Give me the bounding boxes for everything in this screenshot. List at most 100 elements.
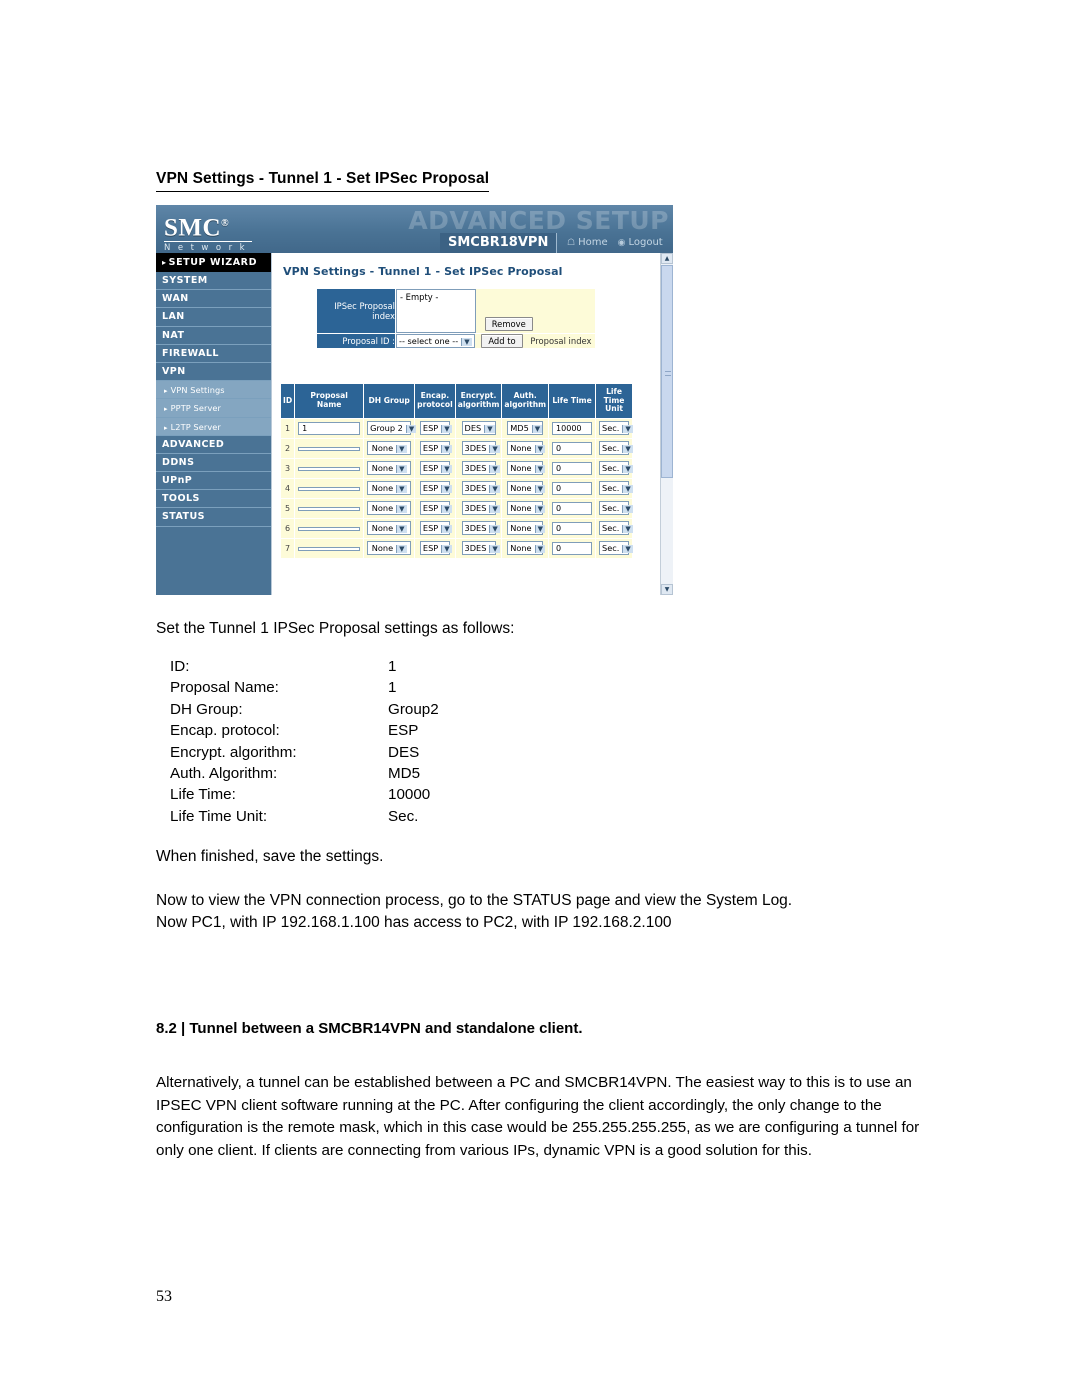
life-time-unit-select[interactable]: Sec. ▼	[599, 481, 633, 496]
vertical-scrollbar[interactable]: ▲ ▼	[660, 253, 673, 595]
chevron-down-icon: ▼	[441, 445, 452, 454]
encrypt-algorithm-select[interactable]: 3DES ▼	[461, 481, 500, 496]
chevron-down-icon: ▼	[534, 445, 545, 454]
sidebar-item-status[interactable]: STATUS	[156, 508, 271, 527]
dh-group-select[interactable]: None ▼	[367, 481, 412, 496]
life-time-unit-select[interactable]: Sec. ▼	[599, 521, 633, 536]
sidebar-label: LAN	[162, 311, 185, 323]
row-id: 3	[279, 457, 296, 479]
proposal-name-input[interactable]	[298, 466, 361, 471]
logout-button[interactable]: ◉ Logout	[618, 233, 663, 253]
proposal-id-select[interactable]: -- select one -- ▼	[396, 334, 475, 348]
life-time-input[interactable]: 0	[552, 501, 593, 515]
dh-group-select[interactable]: None ▼	[367, 501, 412, 516]
sidebar-item-advanced[interactable]: ADVANCED	[156, 435, 271, 454]
auth-algorithm-select[interactable]: None ▼	[507, 461, 545, 476]
life-time-input[interactable]: 0	[552, 461, 593, 475]
table-row: 4 None ▼ ESP ▼ 3DES ▼ None ▼ 0 Sec. ▼	[279, 477, 634, 499]
row-dh-cell: None ▼	[363, 497, 416, 519]
row-auth-cell: None ▼	[501, 457, 550, 479]
chevron-down-icon: ▼	[441, 545, 452, 554]
row-encap-cell: ESP ▼	[414, 417, 456, 439]
sidebar-item-vpn[interactable]: VPN	[156, 362, 271, 382]
dh-group-select[interactable]: None ▼	[367, 541, 412, 556]
auth-algorithm-select[interactable]: None ▼	[507, 441, 545, 456]
remove-button[interactable]: Remove	[484, 317, 533, 331]
proposal-name-input[interactable]	[298, 506, 361, 511]
life-time-input[interactable]: 0	[552, 481, 593, 495]
dh-group-value: None	[371, 463, 394, 474]
scrollbar-thumb[interactable]	[661, 265, 673, 478]
life-time-unit-select[interactable]: Sec. ▼	[599, 421, 633, 436]
encrypt-algorithm-select[interactable]: DES ▼	[461, 421, 496, 436]
life-time-unit-select[interactable]: Sec. ▼	[599, 461, 633, 476]
router-content-pane: VPN Settings - Tunnel 1 - Set IPSec Prop…	[271, 253, 661, 595]
life-time-unit-select[interactable]: Sec. ▼	[599, 541, 633, 556]
scroll-up-arrow-icon[interactable]: ▲	[661, 253, 673, 264]
sidebar-item-wan[interactable]: WAN	[156, 290, 271, 309]
row-unit-cell: Sec. ▼	[595, 497, 634, 519]
proposal-name-input[interactable]	[298, 486, 361, 491]
sidebar-item-tools[interactable]: TOOLS	[156, 490, 271, 509]
encrypt-algorithm-select[interactable]: 3DES ▼	[461, 501, 500, 516]
life-time-input[interactable]: 0	[552, 441, 593, 455]
setting-key: Proposal Name:	[170, 679, 279, 697]
sidebar-item-l2tp-server[interactable]: ▸ L2TP Server	[156, 417, 271, 436]
row-encrypt-cell: 3DES ▼	[454, 537, 503, 559]
life-time-input[interactable]: 0	[552, 521, 593, 535]
proposal-index-listbox[interactable]: - Empty -	[396, 289, 476, 333]
sidebar-item-system[interactable]: SYSTEM	[156, 272, 271, 291]
encrypt-algorithm-select[interactable]: 3DES ▼	[461, 541, 500, 556]
life-time-unit-select[interactable]: Sec. ▼	[599, 441, 633, 456]
col-life-time-unit: Life Time Unit	[595, 383, 634, 419]
proposal-name-input[interactable]	[298, 546, 361, 551]
dh-group-select[interactable]: None ▼	[367, 521, 412, 536]
life-time-input[interactable]: 10000	[552, 421, 593, 435]
sidebar-item-nat[interactable]: NAT	[156, 326, 271, 345]
encap-protocol-select[interactable]: ESP ▼	[419, 501, 452, 516]
life-time-unit-select[interactable]: Sec. ▼	[599, 501, 633, 516]
dh-group-select[interactable]: None ▼	[367, 441, 412, 456]
proposal-name-input[interactable]	[298, 526, 361, 531]
sidebar-item-setup-wizard[interactable]: ▸ SETUP WIZARD	[156, 253, 271, 272]
encap-protocol-select[interactable]: ESP ▼	[419, 421, 452, 436]
auth-algorithm-select[interactable]: MD5 ▼	[507, 421, 544, 436]
home-button[interactable]: ☖ Home	[567, 233, 608, 253]
ipsec-proposal-form: IPSec Proposal index - Empty - Remove Pr…	[316, 288, 596, 349]
section-heading: 8.2 | Tunnel between a SMCBR14VPN and st…	[156, 1020, 583, 1037]
scroll-down-arrow-icon[interactable]: ▼	[661, 584, 673, 595]
row-encrypt-cell: DES ▼	[454, 417, 503, 439]
auth-algorithm-select[interactable]: None ▼	[507, 521, 545, 536]
sidebar-item-firewall[interactable]: FIREWALL	[156, 344, 271, 363]
auth-algorithm-select[interactable]: None ▼	[507, 541, 545, 556]
add-to-button[interactable]: Add to	[481, 334, 523, 348]
encap-protocol-select[interactable]: ESP ▼	[419, 521, 452, 536]
proposal-name-input[interactable]	[298, 446, 361, 451]
sidebar-item-lan[interactable]: LAN	[156, 308, 271, 327]
col-encap-protocol: Encap. protocol	[414, 383, 456, 419]
encap-protocol-select[interactable]: ESP ▼	[419, 441, 452, 456]
sidebar-item-pptp-server[interactable]: ▸ PPTP Server	[156, 399, 271, 418]
dh-group-select[interactable]: Group 2 ▼	[367, 421, 417, 436]
auth-algorithm-select[interactable]: None ▼	[507, 481, 545, 496]
auth-algorithm-select[interactable]: None ▼	[507, 501, 545, 516]
dh-group-select[interactable]: None ▼	[367, 461, 412, 476]
unit-value: Sec.	[602, 463, 620, 474]
life-time-input[interactable]: 0	[552, 541, 593, 555]
encap-protocol-select[interactable]: ESP ▼	[419, 481, 452, 496]
row-id: 7	[279, 537, 296, 559]
sidebar-item-ddns[interactable]: DDNS	[156, 453, 271, 473]
chevron-down-icon: ▼	[489, 505, 500, 514]
encrypt-algorithm-select[interactable]: 3DES ▼	[461, 461, 500, 476]
proposal-name-input[interactable]: 1	[298, 421, 361, 435]
row-dh-cell: None ▼	[363, 537, 416, 559]
encap-protocol-select[interactable]: ESP ▼	[419, 541, 452, 556]
encrypt-algorithm-select[interactable]: 3DES ▼	[461, 521, 500, 536]
encap-protocol-select[interactable]: ESP ▼	[419, 461, 452, 476]
sidebar-item-vpn-settings[interactable]: ▸ VPN Settings	[156, 381, 271, 400]
row-name-cell	[294, 437, 365, 459]
sidebar-item-upnp[interactable]: UPnP	[156, 472, 271, 491]
encrypt-algorithm-select[interactable]: 3DES ▼	[461, 441, 500, 456]
setting-value: MD5	[388, 765, 421, 783]
proposal-id-row: Proposal ID : -- select one -- ▼ Add to P…	[316, 333, 596, 349]
